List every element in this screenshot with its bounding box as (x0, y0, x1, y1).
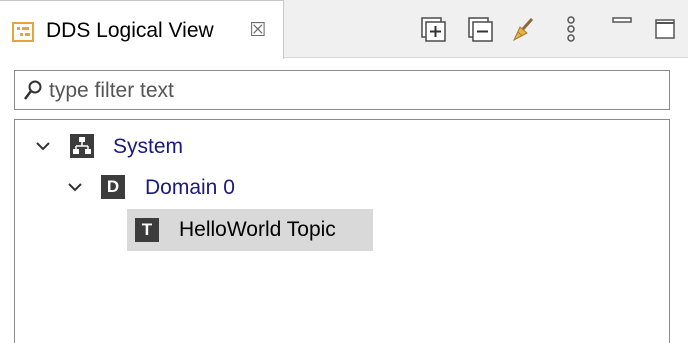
system-hierarchy-icon (70, 134, 94, 158)
search-icon (24, 80, 42, 100)
tree-node-label: HelloWorld Topic (179, 218, 336, 241)
tree-node-system[interactable]: System (23, 128, 223, 166)
tree-panel: System D Domain 0 T HelloWorld Topic (14, 119, 670, 343)
tree-node-domain[interactable]: D Domain 0 (23, 169, 263, 207)
broom-icon[interactable] (510, 16, 536, 42)
tree-node-label: System (113, 135, 184, 158)
domain-icon: D (101, 175, 125, 199)
close-tab-icon[interactable]: ☒ (248, 20, 268, 42)
view-title: DDS Logical View (46, 19, 214, 42)
minimize-icon[interactable] (610, 12, 636, 38)
filter-input[interactable] (49, 77, 649, 105)
expand-all-icon[interactable] (420, 16, 446, 42)
tab-dds-logical-view[interactable]: DDS Logical View ☒ (0, 0, 284, 59)
filter-box (14, 70, 670, 110)
view-tabbar: DDS Logical View ☒ (0, 0, 688, 59)
tree-node-topic[interactable]: T HelloWorld Topic (127, 209, 373, 251)
collapse-all-icon[interactable] (467, 16, 493, 42)
chevron-down-icon[interactable] (67, 179, 83, 195)
tree-node-label: Domain 0 (145, 176, 235, 199)
topic-icon: T (135, 218, 159, 242)
tree-view-icon (12, 22, 34, 42)
vertical-dots-icon[interactable] (563, 16, 579, 42)
chevron-down-icon[interactable] (35, 138, 51, 154)
maximize-icon[interactable] (652, 16, 678, 42)
